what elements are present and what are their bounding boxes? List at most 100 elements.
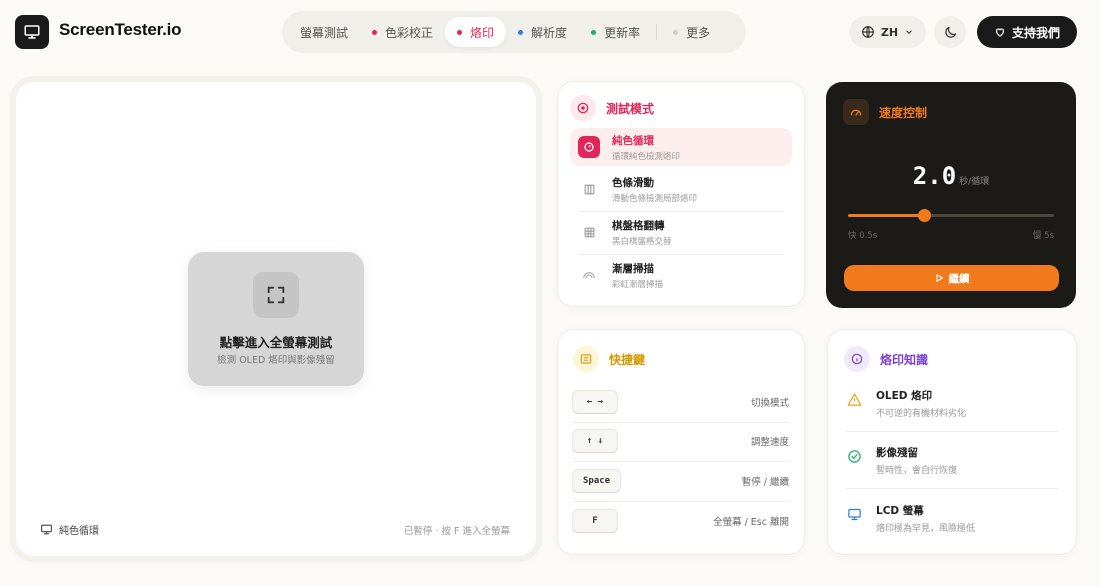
fullscreen-subtitle: 檢測 OLED 烙印與影像殘留 (217, 355, 335, 366)
nav-label: 色彩校正 (385, 25, 434, 40)
test-mode-panel: 測試模式 純色循環 循環純色檢測烙印 色條滑動 滑動色條檢測局部烙印 棋盤格翻轉… (558, 82, 804, 306)
slider-thumb[interactable] (918, 209, 932, 222)
mode-desc: 滑動色條檢測局部烙印 (612, 193, 698, 204)
panel-header: 快捷鍵 (573, 346, 645, 372)
panel-title: 烙印知識 (880, 352, 929, 367)
nav-dot (372, 29, 378, 35)
mode-desc: 彩虹漸層掃描 (612, 279, 664, 290)
info-item-lcd: LCD 螢幕 烙印極為罕見，風險極低 (846, 503, 1060, 534)
burn-in-knowledge-panel: 烙印知識 OLED 烙印 不可逆的有機材料劣化 影像殘留 暫時性，會自行恢復 L… (828, 330, 1076, 554)
mode-text: 色條滑動 滑動色條檢測局部烙印 (612, 175, 697, 204)
nav-label: 烙印 (470, 25, 495, 40)
monitor-icon (24, 25, 40, 39)
fullscreen-launch-card[interactable]: 點擊進入全螢幕測試 檢測 OLED 烙印與影像殘留 (188, 252, 364, 386)
nav-screen-test[interactable]: 螢幕測試 (288, 17, 360, 47)
divider (846, 488, 1058, 489)
heart-icon (995, 28, 1005, 37)
play-icon (935, 274, 943, 282)
info-icon (844, 346, 870, 372)
theme-toggle[interactable] (934, 16, 966, 48)
globe-icon (862, 26, 874, 38)
slider-min-label: 快 0.5s (848, 231, 878, 241)
check-circle-icon (846, 448, 862, 464)
shortcut-row: Space 暫停 / 繼續 (573, 468, 789, 494)
monitor-icon (41, 524, 52, 535)
fullscreen-icon-box (253, 272, 299, 318)
continue-button[interactable]: 繼續 (844, 265, 1059, 291)
language-code: ZH (880, 25, 899, 39)
mode-desc: 黑白棋盤格交替 (612, 236, 672, 247)
support-button[interactable]: 支持我們 (977, 16, 1077, 48)
mode-text: 純色循環 循環純色檢測烙印 (612, 133, 680, 162)
mode-name: 純色循環 (612, 134, 654, 147)
speed-unit: 秒/循環 (959, 177, 990, 187)
nav-label: 解析度 (531, 25, 568, 40)
mode-item-gradient-scan[interactable]: 漸層掃描 彩虹漸層掃描 (570, 256, 792, 294)
test-display-area[interactable]: 點擊進入全螢幕測試 檢測 OLED 烙印與影像殘留 純色循環 已暫停 · 按 F… (16, 82, 536, 556)
shortcut-row: ← → 切換模式 (573, 389, 789, 415)
info-text: LCD 螢幕 烙印極為罕見，風險極低 (876, 503, 975, 534)
info-text: 影像殘留 暫時性，會自行恢復 (876, 445, 957, 476)
nav-refresh-rate[interactable]: 更新率 (579, 17, 652, 47)
shortcut-desc: 切換模式 (750, 398, 789, 409)
monitor-icon (846, 506, 862, 522)
divider (573, 422, 789, 423)
nav-dot (518, 29, 524, 35)
circle-dot-icon (578, 136, 600, 158)
mode-name: 棋盤格翻轉 (612, 219, 665, 232)
slider-fill (848, 214, 925, 217)
shortcut-desc: 全螢幕 / Esc 離開 (713, 517, 789, 528)
divider (578, 211, 784, 212)
nav-burn-in[interactable]: 烙印 (445, 17, 507, 47)
panel-header: 測試模式 (570, 95, 654, 121)
info-desc: 不可逆的有機材料劣化 (876, 409, 967, 419)
speed-value: 2.0 (912, 162, 957, 190)
main-nav: 螢幕測試 色彩校正 烙印 解析度 更新率 更多 (282, 11, 746, 53)
mode-text: 棋盤格翻轉 黑白棋盤格交替 (612, 218, 672, 247)
fullscreen-title: 點擊進入全螢幕測試 (219, 335, 333, 350)
mode-item-solid-cycle[interactable]: 純色循環 循環純色檢測烙印 (570, 128, 792, 166)
mode-name: 色條滑動 (612, 176, 654, 189)
logo[interactable] (15, 15, 49, 49)
key-cap: ↑ ↓ (573, 430, 617, 452)
panel-title: 測試模式 (606, 101, 655, 116)
nav-label: 更新率 (604, 25, 641, 40)
current-mode-indicator: 純色循環 (40, 522, 99, 537)
status-text: 已暫停 · 按 F 進入全螢幕 (403, 526, 510, 537)
nav-dot (457, 29, 463, 35)
nav-color-calibration[interactable]: 色彩校正 (360, 17, 445, 47)
mode-desc: 循環純色檢測烙印 (612, 151, 681, 162)
nav-dot (591, 29, 597, 35)
grid-icon (578, 221, 600, 243)
top-header: ScreenTester.io 螢幕測試 色彩校正 烙印 解析度 更新率 更多 … (0, 0, 1100, 64)
nav-resolution[interactable]: 解析度 (506, 17, 579, 47)
divider (578, 254, 784, 255)
divider (573, 461, 789, 462)
shortcut-row: F 全螢幕 / Esc 離開 (573, 508, 789, 534)
info-desc: 烙印極為罕見，風險極低 (876, 524, 976, 534)
app-name[interactable]: ScreenTester.io (59, 20, 182, 40)
info-name: 影像殘留 (876, 447, 918, 459)
language-selector[interactable]: ZH (849, 16, 926, 48)
info-item-image-retention: 影像殘留 暫時性，會自行恢復 (846, 445, 1060, 476)
continue-label: 繼續 (948, 272, 970, 285)
panel-title: 快捷鍵 (609, 352, 646, 367)
current-mode-label: 純色循環 (59, 526, 99, 537)
info-name: OLED 烙印 (876, 390, 933, 402)
columns-icon (578, 178, 600, 200)
fullscreen-icon (267, 286, 285, 304)
mode-item-checkerboard[interactable]: 棋盤格翻轉 黑白棋盤格交替 (570, 213, 792, 251)
shortcut-desc: 暫停 / 繼續 (741, 477, 789, 488)
mode-item-color-bar[interactable]: 色條滑動 滑動色條檢測局部烙印 (570, 170, 792, 208)
gauge-icon (843, 99, 869, 125)
nav-more[interactable]: 更多 (661, 17, 722, 47)
rainbow-icon (578, 264, 600, 286)
info-item-oled: OLED 烙印 不可逆的有機材料劣化 (846, 388, 1060, 419)
speed-slider[interactable] (848, 209, 1054, 222)
panel-title: 速度控制 (879, 105, 928, 120)
target-icon (570, 95, 596, 121)
key-cap: ← → (573, 391, 617, 413)
shortcut-desc: 調整速度 (750, 437, 789, 448)
divider (846, 431, 1058, 432)
nav-label: 更多 (686, 25, 711, 40)
